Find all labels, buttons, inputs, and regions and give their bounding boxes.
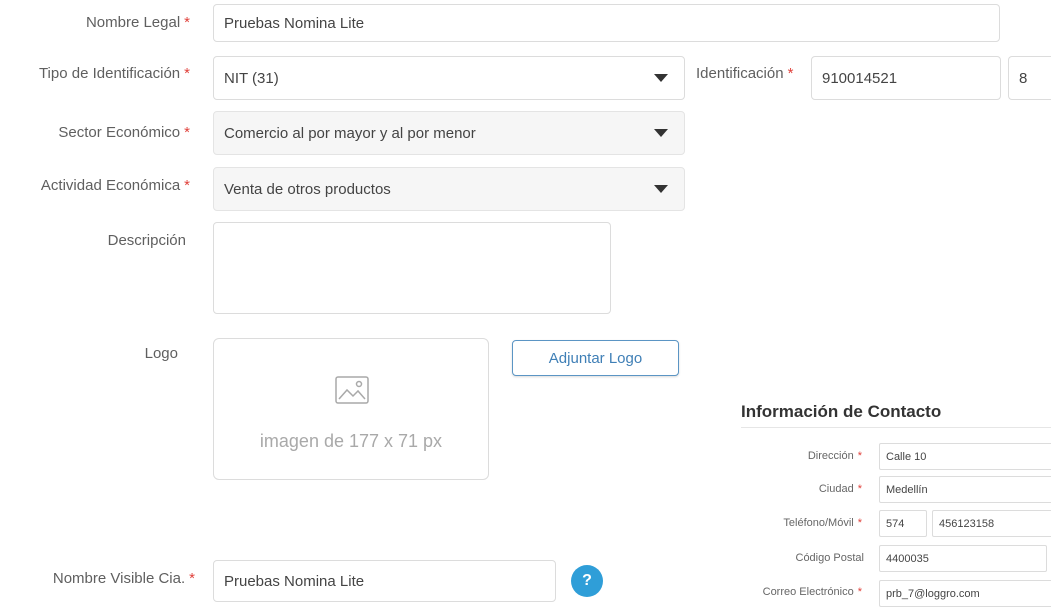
required-star: *	[184, 177, 190, 194]
id-type-label: Tipo de Identificación *	[38, 65, 190, 82]
logo-label: Logo	[144, 345, 178, 362]
required-star: *	[184, 65, 190, 82]
identification-input[interactable]: 910014521	[811, 56, 1001, 100]
attach-logo-button[interactable]: Adjuntar Logo	[512, 340, 679, 376]
legal-name-input[interactable]: Pruebas Nomina Lite	[213, 4, 1000, 42]
required-star: *	[857, 483, 862, 495]
caret-down-icon	[654, 129, 668, 137]
city-label: Ciudad *	[818, 483, 862, 495]
required-star: *	[184, 14, 190, 31]
description-textarea[interactable]	[213, 222, 611, 314]
logo-size-hint: imagen de 177 x 71 px	[259, 431, 443, 451]
required-star: *	[857, 517, 862, 529]
economic-activity-select[interactable]: Venta de otros productos	[213, 167, 685, 211]
required-star: *	[184, 124, 190, 141]
required-star: *	[189, 570, 195, 587]
visible-name-label: Nombre Visible Cia. *	[52, 570, 195, 587]
phone-input[interactable]: 456123158	[932, 510, 1051, 537]
id-type-select[interactable]: NIT (31)	[213, 56, 685, 100]
visible-name-input[interactable]: Pruebas Nomina Lite	[213, 560, 556, 602]
caret-down-icon	[654, 74, 668, 82]
phone-label: Teléfono/Móvil *	[783, 517, 862, 529]
logo-dropzone[interactable]: imagen de 177 x 71 px	[213, 338, 489, 480]
address-input[interactable]: Calle 10	[879, 443, 1051, 470]
contact-section-title: Información de Contacto	[741, 402, 942, 421]
description-label: Descripción	[107, 232, 186, 249]
economic-activity-label: Actividad Económica *	[40, 177, 190, 194]
economic-sector-select[interactable]: Comercio al por mayor y al por menor	[213, 111, 685, 155]
postal-code-label: Código Postal	[795, 552, 865, 564]
email-input[interactable]: prb_7@loggro.com	[879, 580, 1051, 607]
identification-label: Identificación *	[696, 65, 794, 82]
email-label: Correo Electrónico *	[762, 586, 862, 598]
image-placeholder-icon	[335, 376, 369, 404]
required-star: *	[857, 586, 862, 598]
required-star: *	[787, 65, 794, 82]
phone-prefix-input[interactable]: 574	[879, 510, 927, 537]
economic-sector-label: Sector Económico *	[58, 124, 190, 141]
postal-code-input[interactable]: 4400035	[879, 545, 1047, 572]
city-input[interactable]: Medellín	[879, 476, 1051, 503]
section-divider	[741, 427, 1051, 428]
caret-down-icon	[654, 185, 668, 193]
address-label: Dirección *	[807, 450, 862, 462]
check-digit-input[interactable]: 8	[1008, 56, 1051, 100]
question-icon[interactable]: ?	[571, 565, 603, 597]
legal-name-label: Nombre Legal *	[85, 14, 190, 31]
required-star: *	[857, 450, 862, 462]
